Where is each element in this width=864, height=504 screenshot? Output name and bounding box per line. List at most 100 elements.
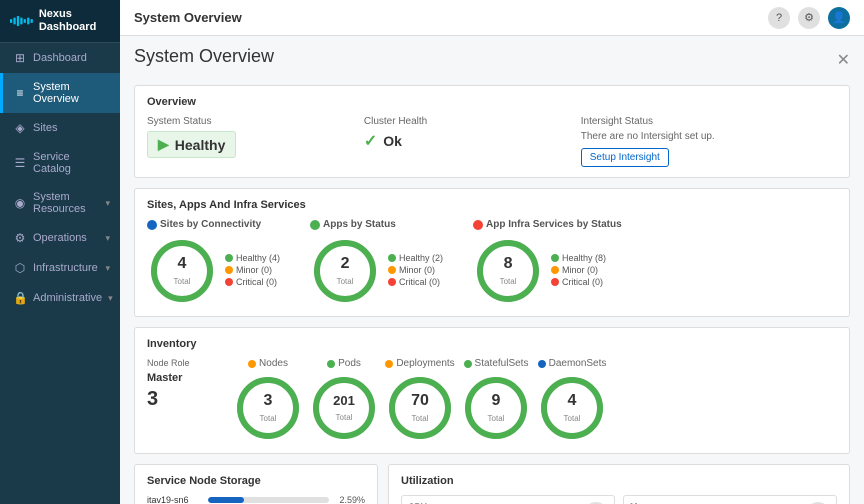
sidebar-item-infrastructure[interactable]: ⬡ Infrastructure ▾ <box>0 253 120 283</box>
sidebar-item-dashboard[interactable]: ⊞ Dashboard <box>0 43 120 73</box>
nodes-col: Nodes 3 Total <box>233 358 303 443</box>
critical-indicator-apps-icon <box>388 278 396 286</box>
cluster-health-value: Ok <box>383 133 402 149</box>
infra-legend: Healthy (8) Minor (0) Critical (0) <box>551 253 606 289</box>
infra-by-status-group: App Infra Services by Status 8 Total <box>473 219 622 306</box>
daemonsets-donut-wrap: 4 Total <box>537 373 607 443</box>
system-status-value: Healthy <box>175 137 226 153</box>
sidebar-label-system-resources: System Resources <box>33 191 99 215</box>
sidebar-label-sites: Sites <box>33 122 110 134</box>
settings-button[interactable]: ⚙ <box>798 7 820 29</box>
legend-critical-infra: Critical (0) <box>551 277 606 287</box>
infra-donut-sublabel: Total <box>500 277 517 286</box>
sites-donut-label: Sites by Connectivity <box>147 219 280 230</box>
close-page-icon[interactable]: ✕ <box>837 50 850 70</box>
inventory-grid: Node Role Master 3 Nodes <box>147 358 837 443</box>
infra-donut-label: App Infra Services by Status <box>473 219 622 230</box>
apps-donut-item: 2 Total Healthy (2) Minor (0) <box>310 236 443 306</box>
apps-donut-center: 2 Total <box>337 254 354 288</box>
daemonsets-label: DaemonSets <box>549 358 607 369</box>
administrative-icon: 🔒 <box>13 291 27 305</box>
system-overview-icon: ≡ <box>13 86 27 100</box>
main-content: System Overview ? ⚙ 👤 System Overview ✕ … <box>120 0 864 504</box>
nodes-label: Nodes <box>259 358 288 369</box>
sidebar-label-administrative: Administrative <box>33 292 102 304</box>
legend-minor-sites: Minor (0) <box>225 265 280 275</box>
system-resources-icon: ◉ <box>13 196 27 210</box>
infra-donut-center: 8 Total <box>500 254 517 288</box>
pods-label: Pods <box>338 358 361 369</box>
user-button[interactable]: 👤 <box>828 7 850 29</box>
intersight-col: Intersight Status There are no Intersigh… <box>581 116 837 167</box>
legend-healthy-apps: Healthy (2) <box>388 253 443 263</box>
sidebar-label-operations: Operations <box>33 232 99 244</box>
pods-sublabel: Total <box>336 413 353 422</box>
sidebar-label-dashboard: Dashboard <box>33 52 110 64</box>
node-role-count: 3 <box>147 388 227 411</box>
chevron-down-icon-admin: ▾ <box>108 293 113 304</box>
nodes-indicator-icon <box>248 360 256 368</box>
statefulsets-indicator-icon <box>464 360 472 368</box>
daemonsets-indicator-icon <box>538 360 546 368</box>
content-area: System Overview ✕ Overview System Status… <box>120 36 864 504</box>
chevron-down-icon-ops: ▾ <box>105 233 110 244</box>
app-name: Nexus Dashboard <box>39 8 110 34</box>
deployments-col: Deployments 70 Total <box>385 358 455 443</box>
apps-donut-wrap: 2 Total <box>310 236 380 306</box>
sidebar-item-operations[interactable]: ⚙ Operations ▾ <box>0 223 120 253</box>
nodes-donut-wrap: 3 Total <box>233 373 303 443</box>
daemonsets-number: 4 <box>564 391 581 410</box>
setup-intersight-button[interactable]: Setup Intersight <box>581 148 669 167</box>
cisco-logo-icon <box>10 13 33 29</box>
legend-healthy-sites: Healthy (4) <box>225 253 280 263</box>
service-catalog-icon: ☰ <box>13 156 27 170</box>
sidebar-item-system-overview[interactable]: ≡ System Overview <box>0 73 120 113</box>
statefulsets-donut-center: 9 Total <box>488 391 505 425</box>
sidebar-item-system-resources[interactable]: ◉ System Resources ▾ <box>0 183 120 223</box>
storage-bar-wrap-0 <box>208 497 329 503</box>
pods-col: Pods 201 Total <box>309 358 379 443</box>
nodes-sublabel: Total <box>260 414 277 423</box>
apps-donut-sublabel: Total <box>337 277 354 286</box>
sites-legend: Healthy (4) Minor (0) Critical (0) <box>225 253 280 289</box>
pods-number: 201 <box>333 393 355 409</box>
utilization-section: Utilization CPU 16.91 of 120 Cores 14% <box>388 464 850 504</box>
deployments-label: Deployments <box>396 358 454 369</box>
help-button[interactable]: ? <box>768 7 790 29</box>
infrastructure-icon: ⬡ <box>13 261 27 275</box>
sidebar-item-service-catalog[interactable]: ☰ Service Catalog <box>0 143 120 183</box>
legend-healthy-infra: Healthy (8) <box>551 253 606 263</box>
storage-title: Service Node Storage <box>147 475 365 487</box>
node-role-header: Node Role <box>147 358 227 368</box>
legend-minor-apps: Minor (0) <box>388 265 443 275</box>
node-role-col: Node Role Master 3 <box>147 358 227 411</box>
cpu-chart: CPU 16.91 of 120 Cores 14% <box>401 495 615 504</box>
overview-section-title: Overview <box>147 96 837 108</box>
critical-indicator-icon <box>225 278 233 286</box>
ok-circle-icon: ✓ <box>364 131 377 151</box>
deployments-indicator-icon <box>385 360 393 368</box>
bottom-row: Service Node Storage itav19-sn6 2.59% it… <box>134 464 850 504</box>
sidebar-label-service-catalog: Service Catalog <box>33 151 110 175</box>
storage-pct-0: 2.59% <box>335 495 365 504</box>
node-role-value: Master <box>147 372 227 384</box>
sites-donut-center: 4 Total <box>174 254 191 288</box>
system-status-badge: ▶ Healthy <box>147 131 236 158</box>
header-icons: ? ⚙ 👤 <box>768 7 850 29</box>
sites-apps-infra-section: Sites, Apps And Infra Services Sites by … <box>134 188 850 317</box>
sites-indicator-icon <box>147 220 157 230</box>
sites-apps-infra-title: Sites, Apps And Infra Services <box>147 199 837 211</box>
sites-donut-item: 4 Total Healthy (4) Minor (0) <box>147 236 280 306</box>
sidebar-item-sites[interactable]: ◈ Sites <box>0 113 120 143</box>
apps-by-status-group: Apps by Status 2 Total <box>310 219 443 306</box>
header: System Overview ? ⚙ 👤 <box>120 0 864 36</box>
healthy-indicator-apps-icon <box>388 254 396 262</box>
sidebar-item-administrative[interactable]: 🔒 Administrative ▾ <box>0 283 120 313</box>
sites-donut-number: 4 <box>174 254 191 273</box>
overview-section: Overview System Status ▶ Healthy Cluster… <box>134 85 850 178</box>
system-status-col: System Status ▶ Healthy <box>147 116 364 167</box>
minor-indicator-icon <box>225 266 233 274</box>
nodes-donut-center: 3 Total <box>260 391 277 425</box>
sites-icon: ◈ <box>13 121 27 135</box>
infra-indicator-icon <box>473 220 483 230</box>
